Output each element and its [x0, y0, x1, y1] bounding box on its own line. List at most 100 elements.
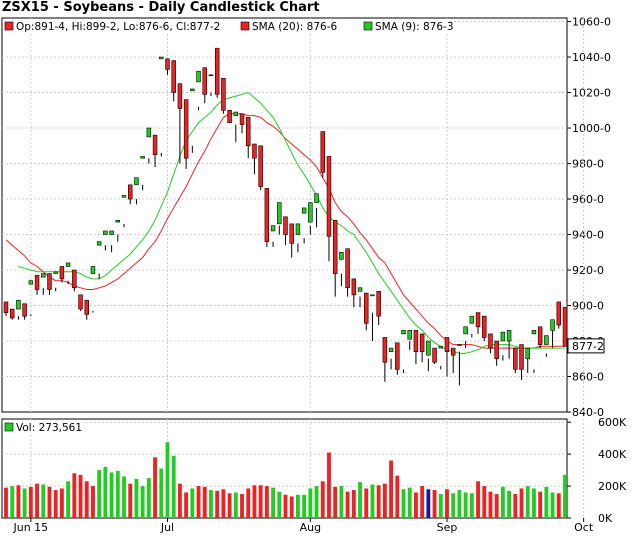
candle-body — [388, 347, 394, 352]
volume-bar — [420, 486, 425, 518]
candle-body — [382, 337, 388, 363]
candle-body — [165, 58, 170, 70]
volume-bar — [258, 485, 263, 518]
volume-bar — [91, 486, 95, 518]
volume-bar — [314, 486, 319, 518]
volume-bar — [339, 486, 344, 518]
price-tick-label: 940-0 — [572, 229, 604, 242]
legend-ohlc-text: Op:891-4, Hi:899-2, Lo:876-6, Cl:877-2 — [16, 21, 220, 33]
price-tick-label: 920-0 — [572, 264, 604, 277]
volume-bar — [4, 487, 8, 518]
volume-bar — [78, 474, 83, 518]
candle-body — [65, 262, 71, 267]
candle-body — [482, 315, 487, 338]
volume-bar — [438, 494, 443, 518]
volume-bar — [345, 491, 350, 518]
candle-body — [78, 294, 83, 310]
volume-bar — [370, 484, 375, 518]
volume-bar — [177, 483, 182, 518]
volume-tick-label: 0K — [598, 512, 613, 525]
candle-body — [556, 301, 562, 326]
volume-bar — [482, 486, 487, 518]
x-tick-label: Aug — [300, 521, 321, 534]
candle-body — [345, 248, 350, 289]
candle-body — [16, 299, 21, 310]
volume-bar — [252, 485, 257, 518]
candle-body — [308, 202, 313, 223]
legend-sma9-swatch — [363, 21, 373, 31]
volume-bar — [159, 468, 164, 518]
candle-body — [376, 291, 381, 317]
volume-bar — [41, 484, 46, 518]
volume-bar — [556, 493, 561, 518]
volume-bar — [544, 486, 549, 518]
volume-bar — [302, 494, 307, 518]
candlestick-chart: ZSX15 - Soybeans - Daily Candlestick Cha… — [0, 0, 640, 536]
volume-bar — [333, 486, 338, 518]
candle-body — [283, 216, 288, 235]
volume-bar — [494, 494, 499, 518]
price-panel — [1, 17, 568, 413]
volume-bar — [525, 486, 530, 518]
candle-body — [59, 266, 65, 280]
candle-body — [246, 117, 251, 147]
legend-ohlc-swatch — [4, 21, 14, 31]
candle-body — [395, 342, 400, 370]
volume-bar — [53, 490, 58, 518]
candle-body — [550, 319, 555, 331]
volume-bar — [97, 470, 102, 518]
legend-volume-swatch — [4, 422, 14, 432]
candle-body — [90, 266, 96, 274]
volume-bar — [407, 487, 412, 518]
volume-bar — [351, 490, 356, 518]
volume-bar — [109, 472, 114, 518]
candle-body — [34, 275, 40, 290]
volume-bar — [532, 488, 536, 518]
x-tick-label: Sep — [437, 521, 458, 534]
volume-bar — [28, 486, 33, 518]
volume-bar — [140, 486, 145, 518]
candle-body — [444, 337, 450, 352]
candle-body — [419, 333, 425, 352]
candle-body — [426, 340, 431, 356]
price-tick-label: 1000-0 — [572, 122, 611, 135]
volume-bar — [538, 491, 543, 518]
volume-bar — [382, 483, 387, 518]
candle-body — [450, 347, 456, 356]
volume-bar — [513, 494, 518, 518]
candle-body — [332, 220, 338, 274]
candle-body — [537, 326, 543, 345]
volume-bar — [66, 481, 71, 518]
volume-bar — [364, 488, 369, 518]
candle-body — [364, 292, 369, 324]
candle-body — [121, 195, 127, 198]
candle-body — [177, 83, 183, 109]
candle-body — [214, 47, 220, 95]
volume-bar — [401, 489, 406, 518]
candle-body — [413, 330, 419, 352]
candle-body — [326, 156, 332, 237]
candle-body — [513, 347, 518, 370]
volume-bar — [146, 478, 151, 518]
volume-bar — [103, 466, 108, 518]
volume-tick-label: 600K — [598, 416, 627, 429]
volume-bar — [115, 470, 120, 518]
volume-bar — [264, 486, 269, 518]
volume-bar — [457, 490, 462, 518]
price-tick-label: 1060-0 — [572, 16, 611, 29]
candle-body — [531, 330, 537, 335]
volume-bar — [59, 488, 64, 518]
candle-body — [469, 315, 475, 324]
volume-bar — [227, 493, 232, 518]
candle-body — [401, 330, 406, 335]
candle-body — [475, 312, 481, 328]
volume-bar — [190, 488, 195, 518]
legend-sma20-swatch — [240, 21, 250, 31]
volume-bar — [463, 492, 468, 518]
candle-body — [28, 280, 34, 285]
volume-bar — [271, 487, 276, 518]
candle-body — [264, 188, 270, 242]
volume-bar — [134, 478, 139, 518]
volume-bar — [122, 476, 126, 518]
candle-body — [289, 223, 294, 244]
